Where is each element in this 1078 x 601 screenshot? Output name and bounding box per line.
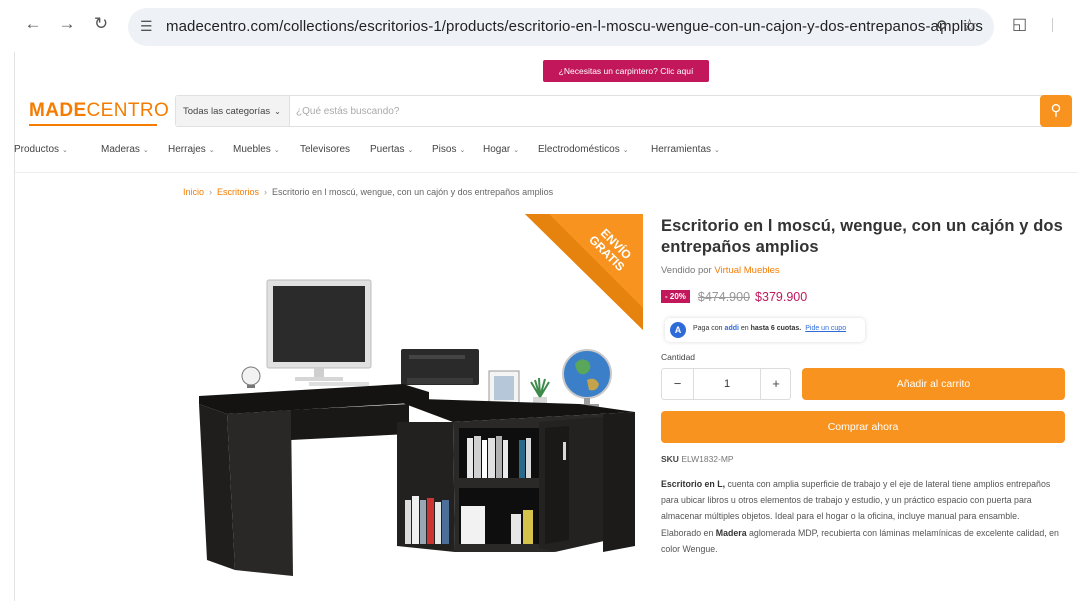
sale-price: $379.900 — [755, 289, 808, 304]
search-bar: Todas las categorías ⌄ — [175, 95, 1065, 127]
quantity-increase-button[interactable]: + — [760, 369, 791, 399]
nav-item-pisos[interactable]: Pisos ⌄ — [432, 144, 465, 155]
add-to-cart-button[interactable]: Añadir al carrito — [802, 368, 1065, 400]
category-select-label: Todas las categorías — [183, 106, 271, 117]
nav-item-herrajes[interactable]: Herrajes ⌄ — [168, 144, 215, 155]
search-button[interactable]: ⚲ — [1040, 95, 1072, 127]
nav-item-herramientas[interactable]: Herramientas ⌄ — [651, 144, 720, 155]
logo-bold: MADE — [29, 100, 87, 121]
product-description: Escritorio en L, cuenta con amplia super… — [661, 479, 1059, 554]
site-settings-icon[interactable]: ☰ — [140, 18, 153, 35]
site-logo[interactable]: MADECENTRO — [29, 100, 169, 122]
breadcrumb-escritorios[interactable]: Escritorios — [217, 187, 259, 197]
addi-request-link[interactable]: Pide un cupo — [805, 325, 846, 332]
chevron-down-icon: ⌄ — [208, 147, 215, 154]
product-image[interactable]: ENVÍO GRATIS — [183, 214, 643, 594]
vendor-line: Vendido por Virtual Muebles — [661, 265, 780, 276]
address-bar[interactable]: ☰ madecentro.com/collections/escritorios… — [128, 8, 994, 46]
forward-icon[interactable]: → — [56, 14, 78, 34]
vendor-link[interactable]: Virtual Muebles — [714, 265, 779, 276]
quantity-input[interactable] — [695, 369, 759, 399]
addi-financing-widget: A Paga con addi en hasta 6 cuotas. Pide u… — [665, 318, 865, 342]
buy-now-button[interactable]: Comprar ahora — [661, 411, 1065, 443]
search-icon: ⚲ — [1050, 102, 1062, 119]
discount-badge: - 20% — [661, 290, 690, 304]
reload-icon[interactable]: ↻ — [90, 14, 112, 34]
carpenter-promo-button[interactable]: ¿Necesitas un carpintero? Clic aquí — [543, 60, 709, 82]
sku-line: SKU ELW1832-MP — [661, 454, 734, 464]
globe-illustration — [562, 349, 612, 399]
nav-item-maderas[interactable]: Maderas ⌄ — [101, 144, 149, 155]
clock-illustration — [241, 366, 261, 386]
quantity-stepper: − + — [661, 368, 791, 400]
back-icon[interactable]: ← — [22, 14, 44, 34]
sku-label: SKU — [661, 454, 679, 464]
price-row: - 20% $474.900 $379.900 — [661, 288, 807, 306]
breadcrumb-separator: › — [209, 187, 213, 197]
nav-item-electrodomesticos[interactable]: Electrodomésticos ⌄ — [538, 144, 629, 155]
breadcrumb-home[interactable]: Inicio — [183, 187, 204, 197]
chevron-down-icon: ⌄ — [142, 147, 149, 154]
toolbar-divider — [1052, 18, 1053, 32]
chevron-down-icon: ⌄ — [407, 147, 414, 154]
url-text[interactable]: madecentro.com/collections/escritorios-1… — [166, 18, 983, 35]
store-page: ¿Necesitas un carpintero? Clic aquí MADE… — [14, 52, 1078, 601]
chevron-down-icon: ⌄ — [513, 147, 520, 154]
bookmark-star-icon[interactable]: ☆ — [962, 16, 977, 36]
nav-item-televisores[interactable]: Televisores — [300, 144, 350, 155]
chevron-down-icon: ⌄ — [622, 147, 629, 154]
breadcrumb: Inicio › Escritorios › Escritorio en l moscú… — [183, 187, 553, 197]
browser-window: ← → ↻ ☰ madecentro.com/collections/escri… — [0, 0, 1078, 601]
original-price: $474.900 — [697, 289, 751, 304]
extensions-icon[interactable]: ◱ — [1012, 14, 1027, 34]
chevron-down-icon: ⌄ — [62, 147, 68, 154]
sku-value: ELW1832-MP — [681, 454, 734, 464]
breadcrumb-current: Escritorio en l moscú, wengue, con un ca… — [272, 187, 554, 197]
chevron-down-icon: ⌄ — [714, 147, 720, 154]
breadcrumb-separator: › — [264, 187, 268, 197]
addi-logo-icon: A — [670, 322, 686, 338]
quantity-label: Cantidad — [661, 352, 696, 362]
chevron-down-icon: ⌄ — [274, 107, 281, 116]
search-input[interactable] — [296, 96, 1036, 126]
quantity-decrease-button[interactable]: − — [662, 369, 694, 399]
category-select[interactable]: Todas las categorías ⌄ — [176, 96, 290, 126]
logo-underline — [29, 124, 157, 126]
logo-rest: CENTRO — [86, 100, 170, 121]
product-title: Escritorio en l moscú, wengue, con un ca… — [661, 217, 1063, 256]
addi-financing-text: Paga con addi en hasta 6 cuotas. Pide un … — [693, 325, 847, 332]
nav-item-hogar[interactable]: Hogar ⌄ — [483, 144, 519, 155]
chevron-down-icon: ⌄ — [459, 147, 466, 154]
nav-item-muebles[interactable]: Muebles ⌄ — [233, 144, 280, 155]
search-icon[interactable]: ⚲ — [936, 17, 948, 37]
nav-item-productos[interactable]: Productos ⌄ — [14, 144, 68, 155]
nav-divider — [15, 172, 1078, 173]
nav-item-puertas[interactable]: Puertas ⌄ — [370, 144, 413, 155]
browser-toolbar: ← → ↻ ☰ madecentro.com/collections/escri… — [0, 0, 1078, 52]
chevron-down-icon: ⌄ — [273, 147, 280, 154]
main-nav: Productos ⌄ Maderas ⌄ Herrajes ⌄ Muebles ⌄ T… — [14, 144, 1078, 166]
